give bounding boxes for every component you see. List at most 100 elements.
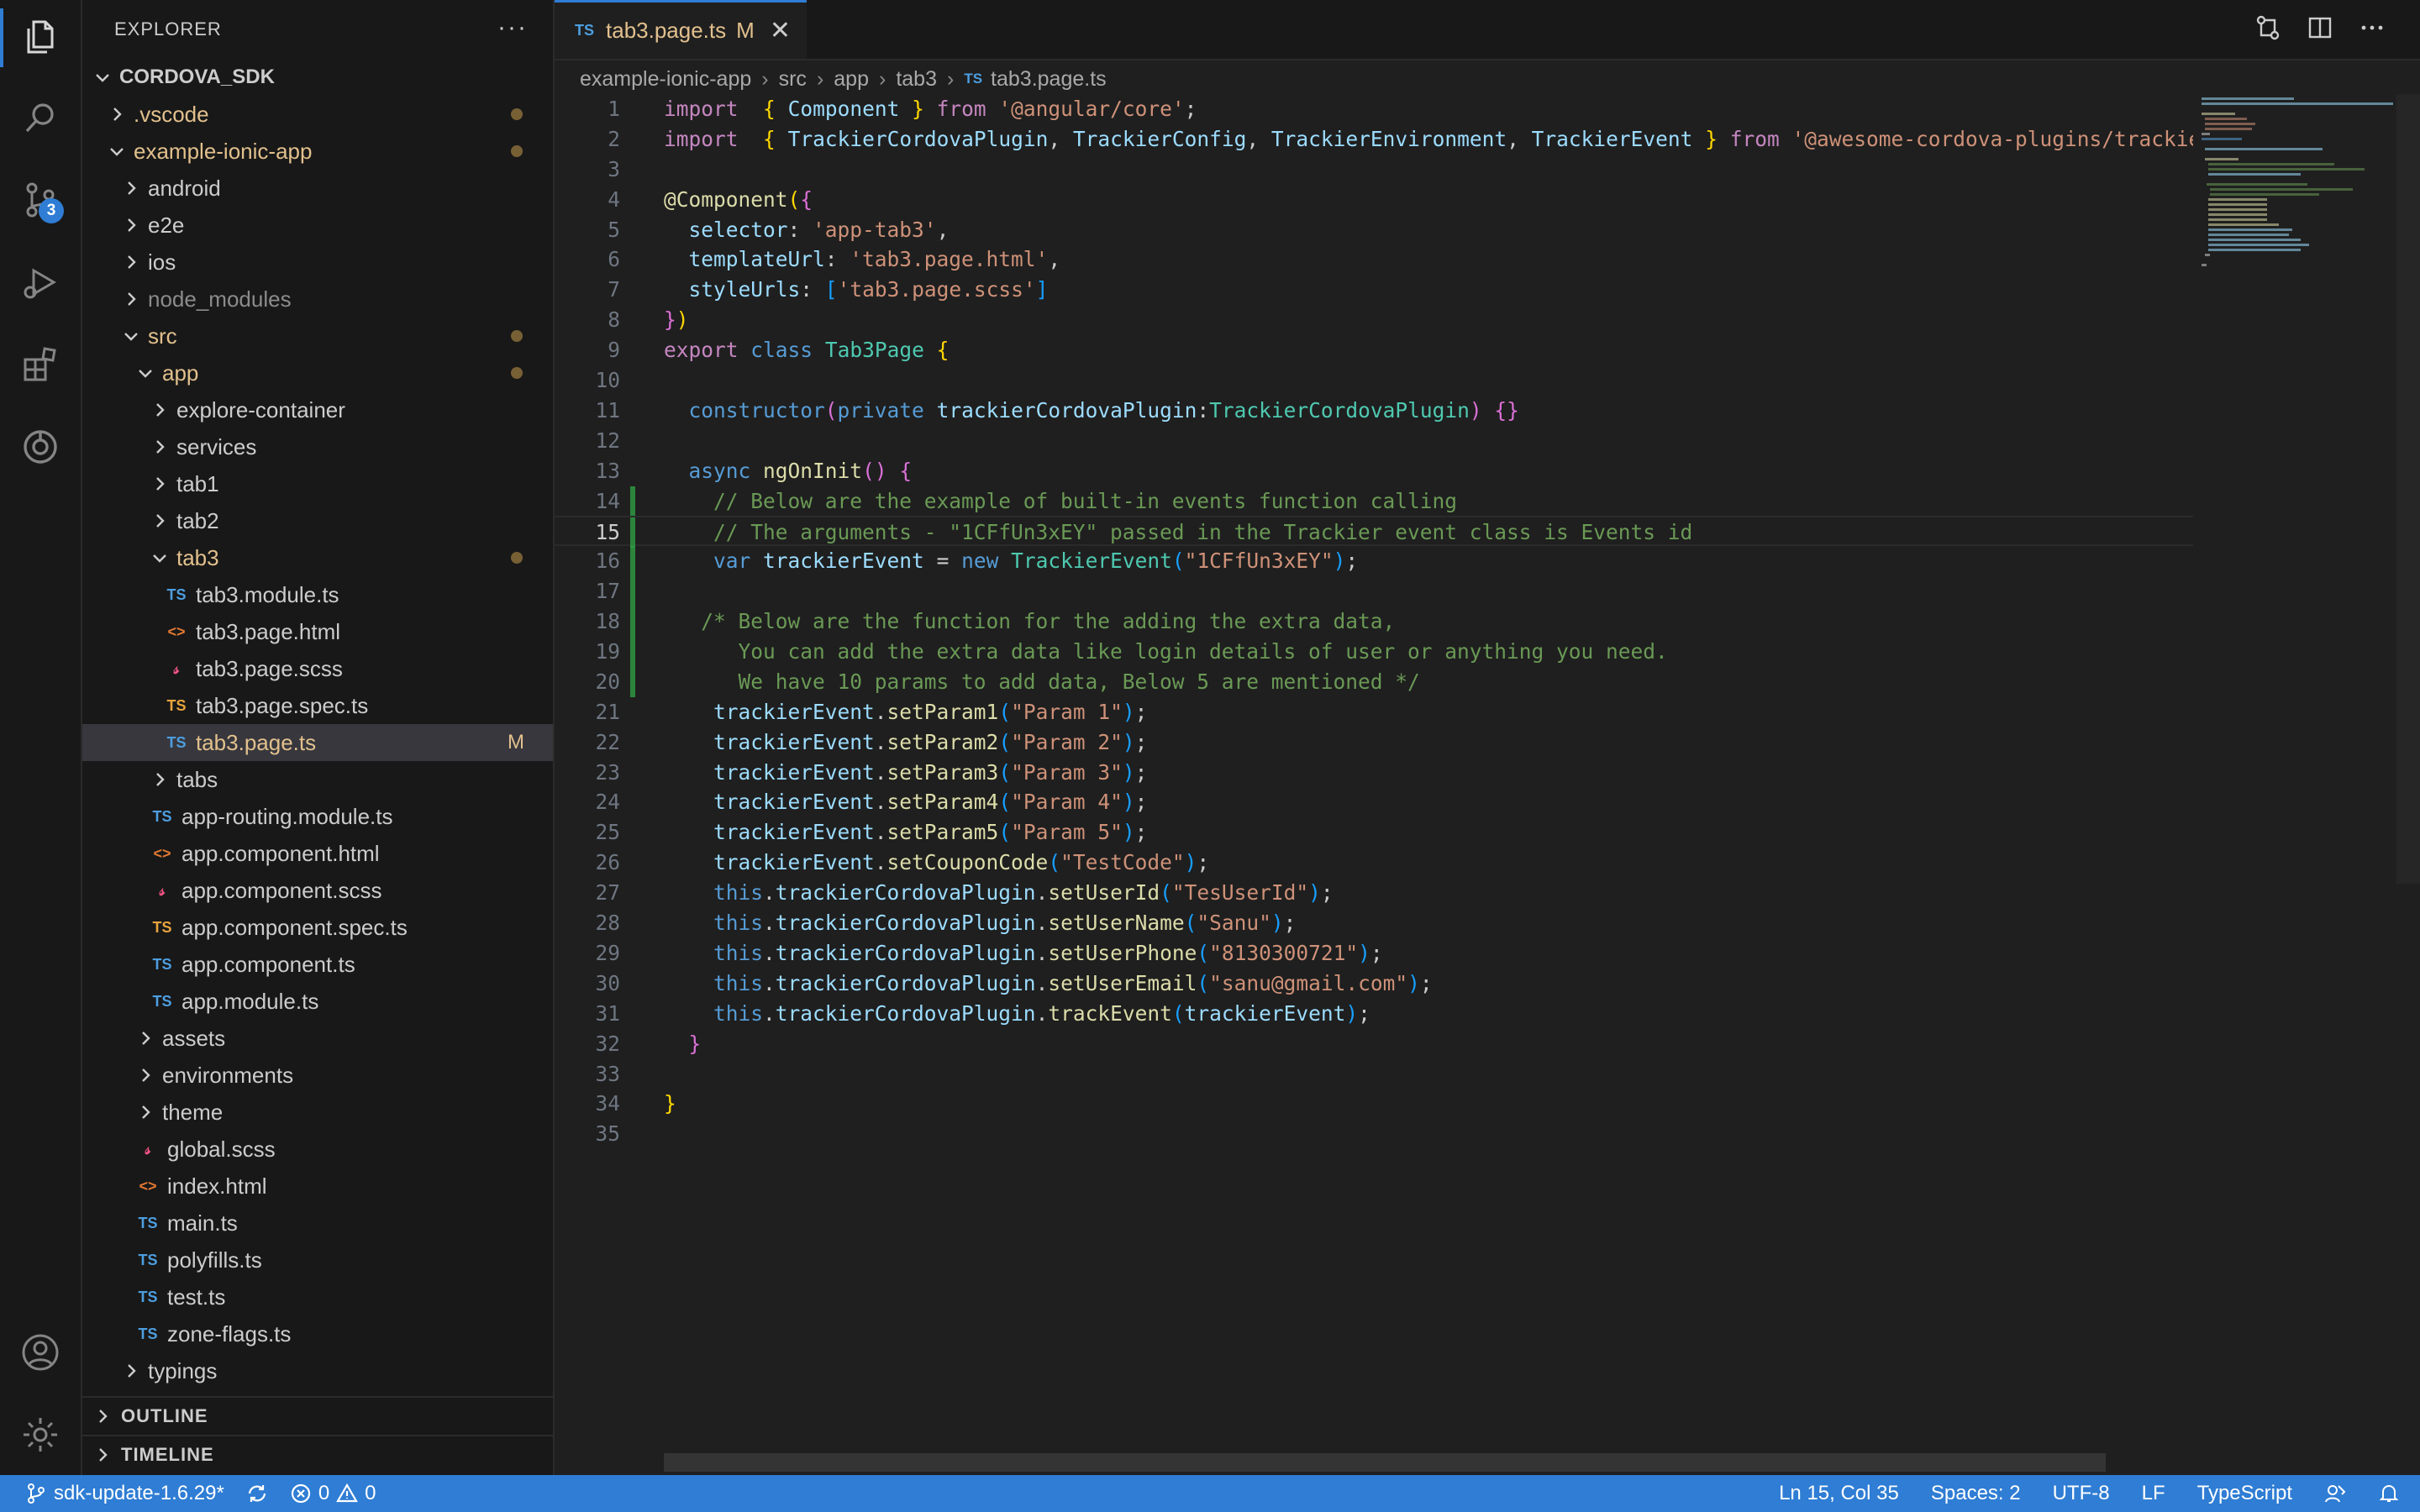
code-token: trackierCordovaPlugin: [775, 970, 1036, 995]
tree-item[interactable]: TS app.component.spec.ts: [82, 909, 553, 946]
tree-item[interactable]: TS polyfills.ts: [82, 1242, 553, 1278]
split-editor-icon[interactable]: [2306, 13, 2334, 42]
vertical-scrollbar[interactable]: [2396, 94, 2420, 884]
breadcrumb-item[interactable]: example-ionic-app: [580, 67, 751, 92]
tree-item[interactable]: tabs: [82, 761, 553, 798]
code-editor[interactable]: 1 import { Component } from '@angular/cor…: [555, 94, 2193, 1455]
close-icon[interactable]: ✕: [770, 16, 791, 45]
tree-item[interactable]: ios: [82, 244, 553, 281]
code-token: "Param 2": [1011, 729, 1123, 754]
tree-item[interactable]: .vscode: [82, 96, 553, 133]
line-number: 16: [595, 549, 620, 574]
breadcrumb-item[interactable]: app: [834, 67, 869, 92]
tree-item[interactable]: tab2: [82, 502, 553, 539]
tree-item[interactable]: example-ionic-app: [82, 133, 553, 170]
line-ending[interactable]: LF: [2142, 1482, 2165, 1505]
breadcrumb-item[interactable]: src: [779, 67, 807, 92]
sync-status[interactable]: [246, 1483, 268, 1504]
code-line: 34}: [555, 1089, 2193, 1119]
tree-item[interactable]: TS app-routing.module.ts: [82, 798, 553, 835]
tree-item[interactable]: <> app.component.html: [82, 835, 553, 872]
code-token: }: [664, 1091, 676, 1116]
tree-item[interactable]: src: [82, 318, 553, 354]
tree-item[interactable]: node_modules: [82, 281, 553, 318]
tree-item[interactable]: tab3: [82, 539, 553, 576]
code-token: }: [1705, 126, 1718, 151]
tree-item[interactable]: TS app.module.ts: [82, 983, 553, 1020]
code-line: 1 import { Component } from '@angular/cor…: [555, 94, 2193, 124]
vscode-window: 3 EXPLORER ··· CORDOVA_SDK .vscode exampl…: [0, 0, 2420, 1512]
code-token: .: [763, 911, 776, 936]
outline-section[interactable]: OUTLINE: [82, 1396, 553, 1435]
tree-item[interactable]: TS tab3.page.ts M: [82, 724, 553, 761]
tree-item[interactable]: TS tab3.module.ts: [82, 576, 553, 613]
breadcrumb-item[interactable]: tab3: [896, 67, 937, 92]
tree-item[interactable]: environments: [82, 1057, 553, 1094]
explorer-icon[interactable]: [20, 17, 60, 57]
tree-item[interactable]: tab1: [82, 465, 553, 502]
outline-label: OUTLINE: [121, 1405, 208, 1426]
tree-item[interactable]: e2e: [82, 207, 553, 244]
code-token: TrackierCordovaPlugin: [787, 126, 1049, 151]
encoding[interactable]: UTF-8: [2053, 1482, 2110, 1505]
tree-item[interactable]: 𝓈 app.component.scss: [82, 872, 553, 909]
account-icon[interactable]: [20, 1332, 60, 1373]
feedback-icon[interactable]: [2324, 1483, 2346, 1504]
minimap[interactable]: [2195, 94, 2396, 430]
language-mode[interactable]: TypeScript: [2197, 1482, 2292, 1505]
tree-item[interactable]: TS app.component.ts: [82, 946, 553, 983]
indentation[interactable]: Spaces: 2: [1931, 1482, 2021, 1505]
notifications-bell-icon[interactable]: [2378, 1483, 2400, 1504]
open-changes-icon[interactable]: [2254, 13, 2282, 42]
ts-file-icon: TS: [138, 1288, 158, 1305]
remote-explorer-icon[interactable]: [20, 427, 60, 467]
more-actions-icon[interactable]: ···: [497, 13, 528, 42]
modified-dot: [511, 552, 523, 564]
code-token: .: [874, 699, 887, 724]
problems-status[interactable]: 0 0: [290, 1482, 376, 1505]
line-number: 5: [608, 217, 620, 242]
code-line: 4 @Component({: [555, 185, 2193, 215]
code-token: "Param 4": [1011, 790, 1123, 815]
tree-item[interactable]: 𝓈 tab3.page.scss: [82, 650, 553, 687]
horizontal-scrollbar[interactable]: [664, 1453, 2106, 1472]
breadcrumb-item[interactable]: tab3.page.ts: [991, 67, 1107, 92]
tree-item-label: tab2: [176, 507, 219, 533]
tree-item[interactable]: android: [82, 170, 553, 207]
line-number: 13: [595, 458, 620, 483]
extensions-icon[interactable]: [20, 344, 60, 385]
tree-item-label: e2e: [148, 212, 185, 238]
settings-gear-icon[interactable]: [20, 1415, 60, 1455]
tree-item[interactable]: app: [82, 354, 553, 391]
tree-item[interactable]: assets: [82, 1020, 553, 1057]
tree-item[interactable]: <> tab3.page.html: [82, 613, 553, 650]
branch-status[interactable]: sdk-update-1.6.29*: [25, 1482, 224, 1505]
tree-item[interactable]: TS tab3.page.spec.ts: [82, 687, 553, 724]
run-debug-icon[interactable]: [20, 262, 60, 302]
tree-item[interactable]: typings: [82, 1352, 553, 1389]
workspace-root[interactable]: CORDOVA_SDK: [82, 59, 553, 96]
tree-item[interactable]: <> index.html: [82, 1168, 553, 1205]
more-icon[interactable]: [2358, 13, 2386, 42]
code-token: ): [1333, 549, 1346, 574]
search-icon[interactable]: [20, 97, 60, 138]
tree-item[interactable]: TS main.ts: [82, 1205, 553, 1242]
tree-item-label: services: [176, 433, 257, 459]
tab-tab3-page-ts[interactable]: TS tab3.page.ts M ✕: [555, 0, 807, 59]
tree-item[interactable]: TS test.ts: [82, 1278, 553, 1315]
code-token: setUserEmail: [1048, 970, 1197, 995]
tree-item[interactable]: services: [82, 428, 553, 465]
cursor-position[interactable]: Ln 15, Col 35: [1779, 1482, 1899, 1505]
activity-bar: 3: [0, 0, 82, 1475]
tree-item[interactable]: 𝓈 global.scss: [82, 1131, 553, 1168]
timeline-section[interactable]: TIMELINE: [82, 1435, 553, 1473]
tree-item[interactable]: TS zone-flags.ts: [82, 1315, 553, 1352]
spec-file-icon: TS: [166, 696, 187, 714]
tree-item[interactable]: theme: [82, 1094, 553, 1131]
tree-item[interactable]: explore-container: [82, 391, 553, 428]
line-number: 21: [595, 699, 620, 724]
code-token: TrackierConfig: [1072, 126, 1247, 151]
